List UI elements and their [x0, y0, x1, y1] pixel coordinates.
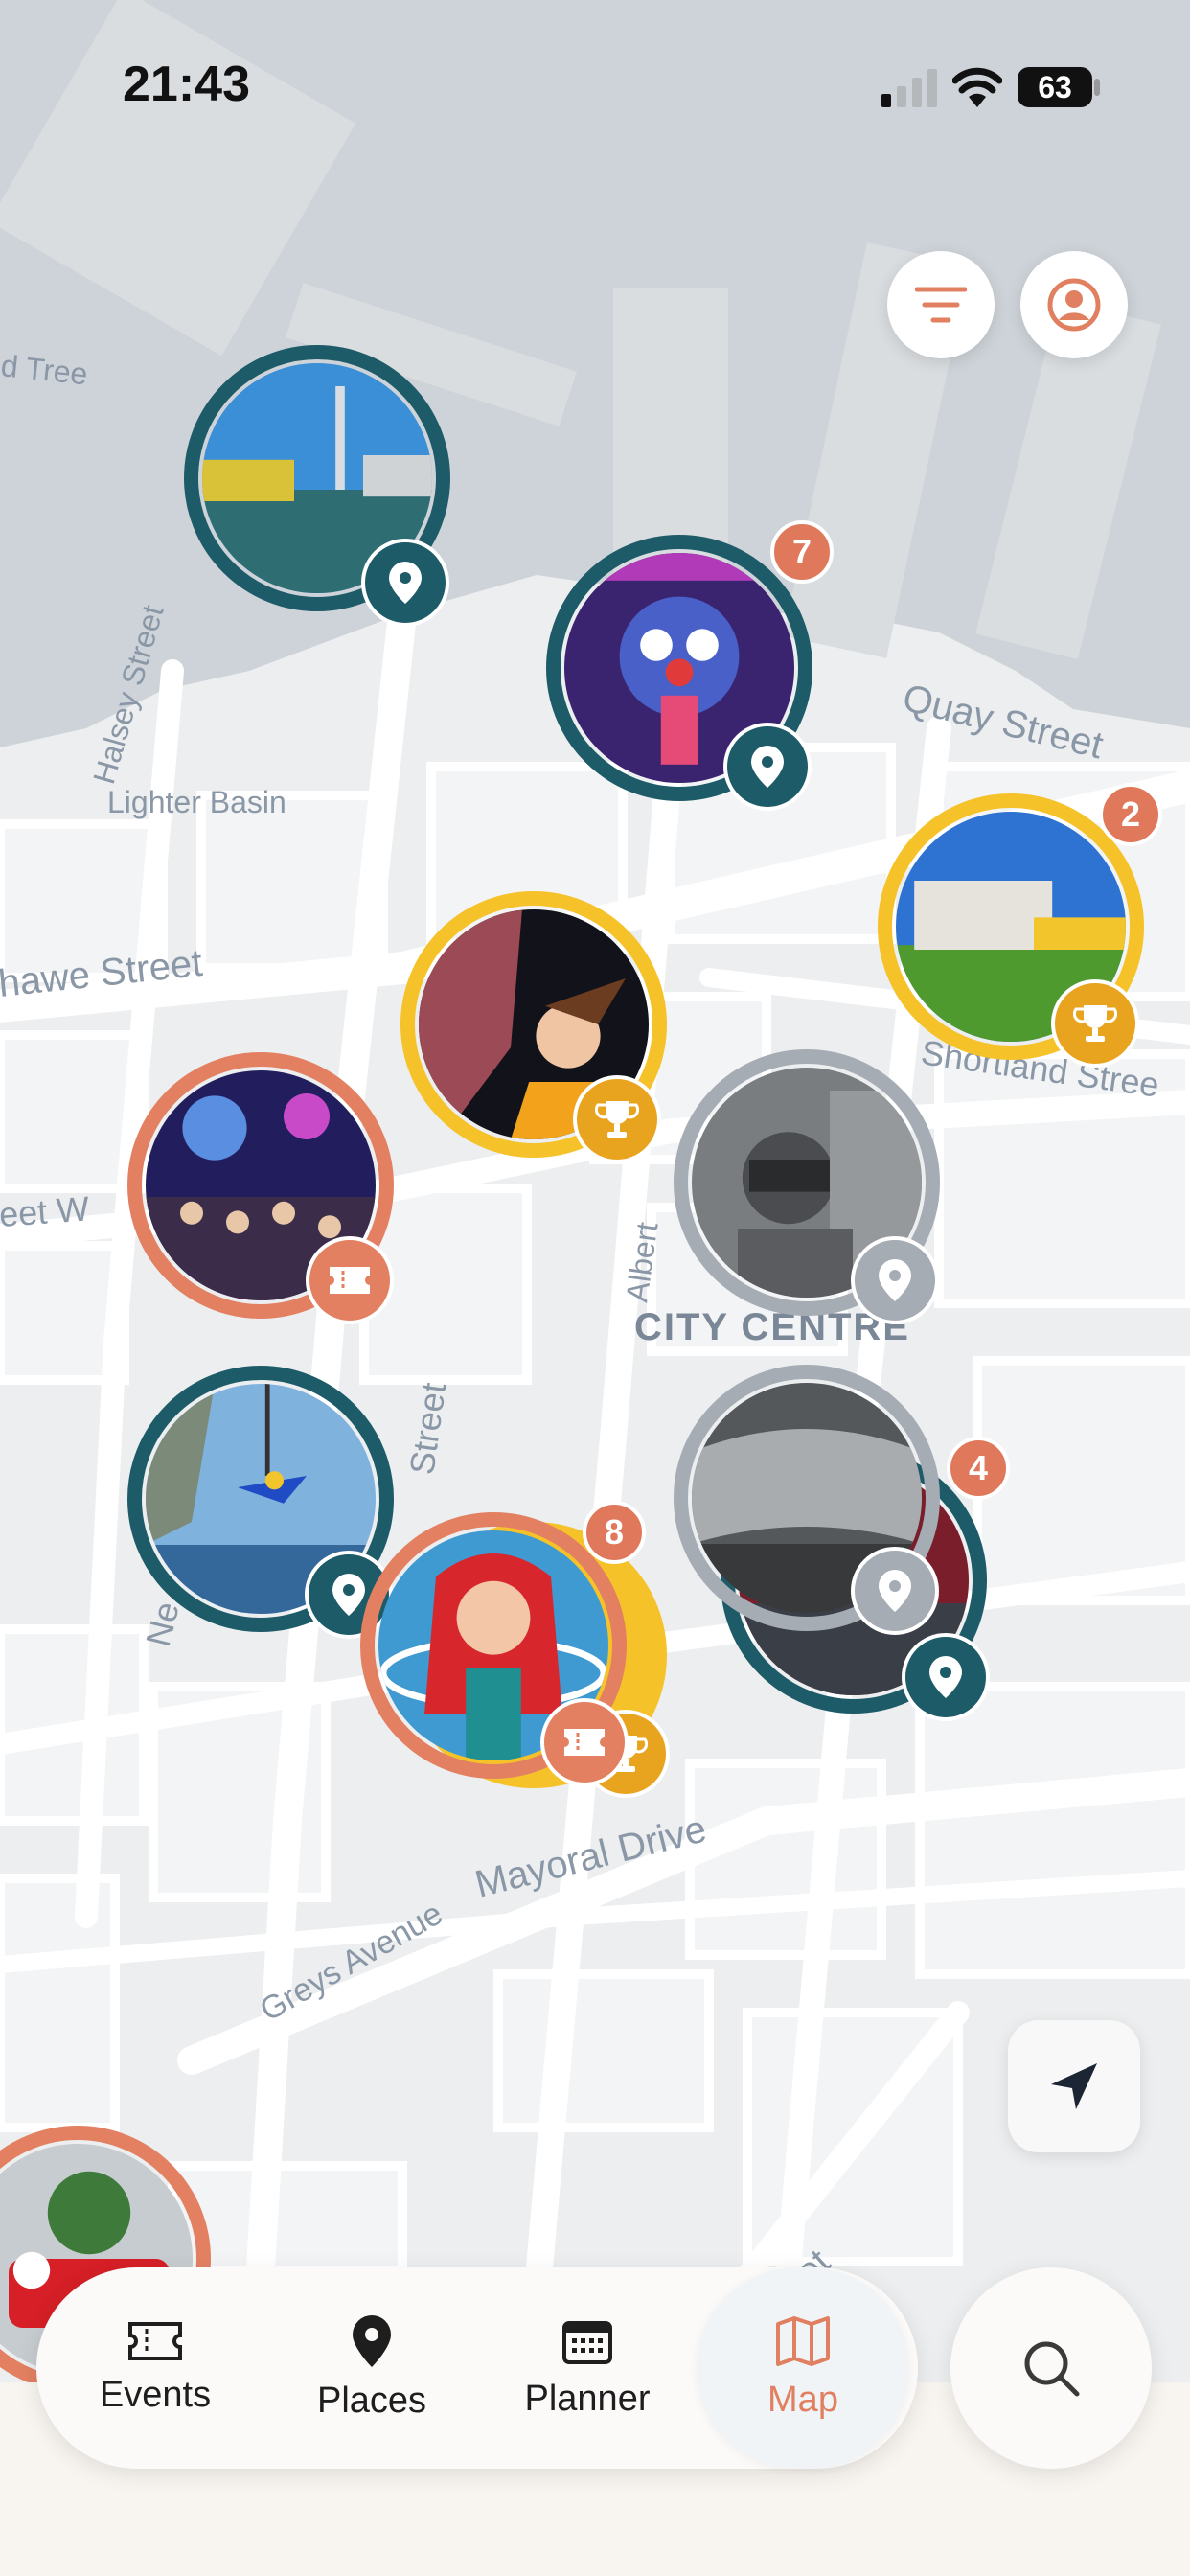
- place-pin-badge: [723, 723, 812, 811]
- place-pin-badge: [361, 539, 449, 627]
- map-icon: [776, 2315, 830, 2366]
- tab-planner[interactable]: Planner: [492, 2267, 683, 2469]
- search-button[interactable]: [950, 2267, 1152, 2469]
- calendar-icon: [562, 2320, 612, 2364]
- cluster-count-badge: 8: [583, 1501, 646, 1564]
- profile-button[interactable]: [1020, 251, 1128, 358]
- place-pin-badge-inactive: [851, 1236, 939, 1324]
- place-pin-badge-inactive: [851, 1547, 939, 1635]
- filter-button[interactable]: [887, 251, 995, 358]
- cluster-count-badge: 2: [1099, 783, 1162, 846]
- tab-planner-label: Planner: [524, 2378, 651, 2419]
- tab-places-label: Places: [316, 2380, 427, 2421]
- navigation-arrow-icon: [1051, 2063, 1097, 2109]
- location-pin-icon: [389, 562, 422, 604]
- trophy-icon: [595, 1101, 639, 1138]
- status-time: 21:43: [123, 57, 250, 112]
- locate-me-button[interactable]: [1008, 2020, 1140, 2152]
- location-pin-icon: [332, 1574, 365, 1616]
- cluster-count-badge: 7: [770, 520, 834, 584]
- search-icon: [1024, 2341, 1080, 2397]
- cellular-signal-icon: [881, 69, 937, 107]
- ticket-icon: [330, 1267, 370, 1294]
- tab-events-label: Events: [99, 2374, 212, 2415]
- battery-level: 63: [1038, 69, 1072, 104]
- bottom-tab-bar: Events Places Planner Map: [36, 2267, 918, 2469]
- ticket-icon: [564, 1729, 605, 1756]
- map-label: Lighter Basin: [107, 785, 286, 819]
- status-bar: 21:43 63: [0, 0, 1190, 153]
- cluster-count-badge: 4: [947, 1437, 1010, 1500]
- ticket-icon: [128, 2321, 182, 2360]
- location-pin-icon: [929, 1656, 962, 1698]
- profile-icon: [1047, 278, 1101, 332]
- location-pin-icon: [751, 746, 784, 788]
- location-pin-icon: [879, 1570, 911, 1612]
- filter-icon: [915, 287, 967, 323]
- map-label: eet W: [0, 1189, 90, 1234]
- award-badge: [1051, 979, 1139, 1068]
- battery-cap: [1094, 79, 1100, 96]
- location-pin-icon: [353, 2314, 391, 2367]
- trophy-icon: [1073, 1005, 1117, 1042]
- event-ticket-badge: [540, 1698, 629, 1786]
- tab-events[interactable]: Events: [59, 2267, 251, 2469]
- place-pin-badge: [902, 1633, 990, 1721]
- tab-map[interactable]: Map: [697, 2267, 909, 2469]
- award-badge: [573, 1075, 661, 1163]
- wifi-icon: [952, 67, 1002, 107]
- tab-map-label: Map: [767, 2379, 838, 2420]
- location-pin-icon: [879, 1259, 911, 1301]
- battery-indicator: 63: [1018, 67, 1092, 107]
- event-ticket-badge: [306, 1236, 394, 1324]
- tab-places[interactable]: Places: [276, 2267, 468, 2469]
